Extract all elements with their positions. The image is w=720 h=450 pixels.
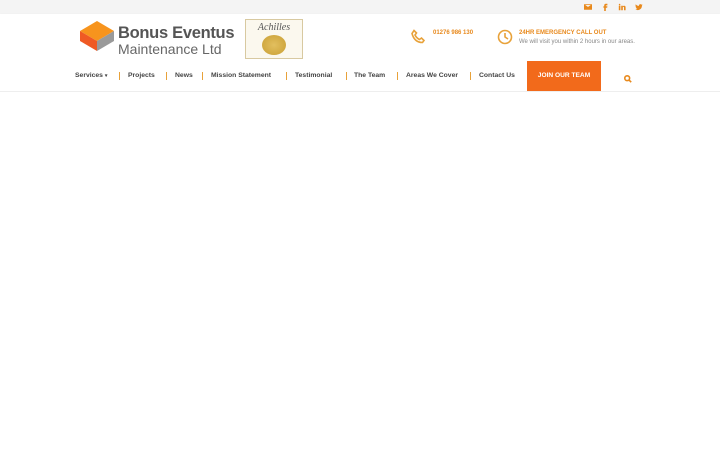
nav-separator — [346, 72, 347, 80]
nav-separator — [397, 72, 398, 80]
emergency-title: 24HR EMERGENCY CALL OUT — [519, 30, 607, 36]
site-header: Bonus Eventus Maintenance Ltd Achilles 0… — [0, 14, 720, 92]
nav-item-mission-statement[interactable]: Mission Statement — [211, 61, 271, 91]
brand-logo[interactable]: Bonus Eventus Maintenance Ltd — [80, 21, 240, 61]
top-bar — [0, 0, 720, 14]
facebook-icon[interactable] — [600, 2, 610, 12]
search-icon[interactable] — [624, 70, 634, 83]
nav-item-contact-us[interactable]: Contact Us — [479, 61, 515, 91]
page-content — [0, 92, 720, 450]
achilles-badge: Achilles — [245, 19, 303, 59]
nav-item-the-team[interactable]: The Team — [354, 61, 385, 91]
linkedin-icon[interactable] — [617, 2, 627, 12]
nav-item-projects[interactable]: Projects — [128, 61, 155, 91]
nav-separator — [166, 72, 167, 80]
mail-icon[interactable] — [583, 2, 593, 12]
phone-icon — [411, 29, 426, 44]
badge-title: Achilles — [257, 22, 291, 33]
phone-contact[interactable]: 01276 986 130 — [411, 29, 473, 45]
emergency-contact: 24HR EMERGENCY CALL OUT We will visit yo… — [497, 29, 635, 47]
brand-subtitle: Maintenance Ltd — [118, 41, 222, 57]
dropdown-arrow-icon: ▾ — [104, 73, 108, 79]
logo-mark-icon — [80, 21, 114, 51]
main-navigation: Services ▾ Projects News Mission Stateme… — [0, 61, 720, 91]
phone-number[interactable]: 01276 986 130 — [433, 29, 473, 38]
nav-item-testimonial[interactable]: Testimonial — [295, 61, 332, 91]
emergency-text: We will visit you within 2 hours in our … — [519, 39, 635, 45]
nav-separator — [119, 72, 120, 80]
nav-separator — [202, 72, 203, 80]
twitter-icon[interactable] — [634, 2, 644, 12]
nav-item-areas-we-cover[interactable]: Areas We Cover — [406, 61, 458, 91]
badge-seal-icon — [262, 35, 286, 55]
nav-separator — [286, 72, 287, 80]
nav-label: Services — [75, 72, 103, 79]
nav-item-services[interactable]: Services ▾ — [75, 61, 107, 91]
nav-item-news[interactable]: News — [175, 61, 193, 91]
social-links — [583, 2, 644, 12]
nav-separator — [470, 72, 471, 80]
clock-icon — [497, 29, 513, 45]
join-our-team-button[interactable]: JOIN OUR TEAM — [527, 61, 601, 91]
